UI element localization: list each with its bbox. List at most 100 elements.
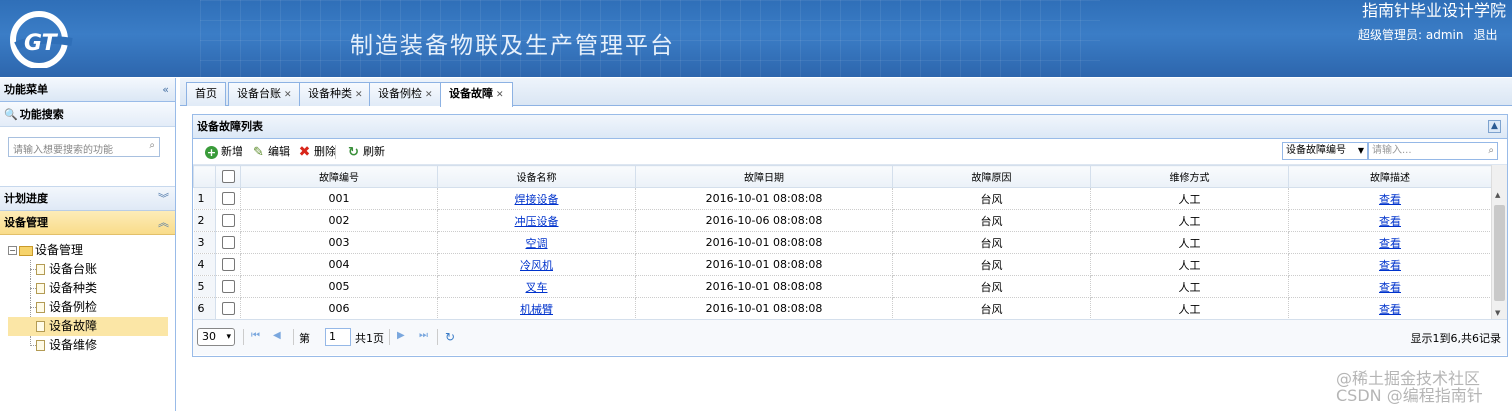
tree-line <box>30 345 36 346</box>
fault-desc-cell: 查看 <box>1288 275 1492 298</box>
scroll-down-icon[interactable]: ▼ <box>1495 309 1500 317</box>
tree-item-label: 设备种类 <box>49 281 98 295</box>
table-row[interactable]: 2 002 冲压设备 2016-10-06 08:08:08 台风 人工 查看 <box>193 209 1492 232</box>
scrollbar-thumb[interactable] <box>1494 205 1505 301</box>
tree-item-inspection[interactable]: 设备例检 <box>0 298 175 317</box>
row-select-cell <box>215 297 241 320</box>
sidebar-group-equipment[interactable]: 设备管理 ︽ <box>0 211 175 235</box>
equipment-name-link[interactable]: 叉车 <box>526 281 548 294</box>
logout-link[interactable]: 退出 <box>1473 28 1497 42</box>
refresh-button[interactable]: ↻ 刷新 <box>347 144 385 160</box>
fault-desc-cell: 查看 <box>1288 187 1492 210</box>
view-link[interactable]: 查看 <box>1379 281 1401 294</box>
column-header[interactable]: 故障原因 <box>892 165 1091 188</box>
equipment-name-link[interactable]: 空调 <box>526 237 548 250</box>
first-page-icon[interactable]: ⏮ <box>251 330 260 341</box>
tree-root-equipment[interactable]: − 设备管理 <box>0 241 175 260</box>
view-link[interactable]: 查看 <box>1379 193 1401 206</box>
tab-category[interactable]: 设备种类 ✕ <box>299 82 372 106</box>
chevron-up-icon[interactable]: ︽ <box>158 211 169 235</box>
tab-home[interactable]: 首页 <box>186 82 226 106</box>
vertical-scrollbar[interactable]: ▲ ▼ <box>1491 165 1507 319</box>
scroll-up-icon[interactable]: ▲ <box>1495 191 1500 199</box>
row-checkbox[interactable] <box>221 258 235 272</box>
prev-page-icon[interactable]: ◀ <box>273 330 281 341</box>
next-page-icon[interactable]: ▶ <box>397 330 405 341</box>
fault-reason-cell: 台风 <box>892 187 1091 210</box>
row-checkbox[interactable] <box>221 236 235 250</box>
search-field-select[interactable]: 设备故障编号 ▼ <box>1282 142 1368 160</box>
tree-item-ledger[interactable]: 设备台账 <box>0 260 175 279</box>
close-icon[interactable]: ✕ <box>284 90 292 100</box>
function-search-input[interactable]: 请输入想要搜索的功能 ⌕ <box>8 137 160 157</box>
search-icon[interactable]: ⌕ <box>149 140 155 151</box>
tab-ledger[interactable]: 设备台账 ✕ <box>228 82 301 106</box>
refresh-icon[interactable]: ↻ <box>445 330 455 344</box>
page-number-input[interactable]: 1 <box>325 328 351 346</box>
view-link[interactable]: 查看 <box>1379 237 1401 250</box>
tree-item-repair[interactable]: 设备维修 <box>0 336 175 355</box>
tree-item-fault[interactable]: 设备故障 <box>8 317 168 336</box>
row-checkbox[interactable] <box>221 214 235 228</box>
view-link[interactable]: 查看 <box>1379 259 1401 272</box>
grid-search-input[interactable]: 请输入... ⌕ <box>1368 142 1498 160</box>
view-link[interactable]: 查看 <box>1379 303 1401 316</box>
delete-button[interactable]: ✖ 删除 <box>298 144 336 160</box>
equipment-name-cell: 空调 <box>437 231 636 254</box>
tab-inspection[interactable]: 设备例检 ✕ <box>369 82 442 106</box>
table-row[interactable]: 1 001 焊接设备 2016-10-01 08:08:08 台风 人工 查看 <box>193 187 1492 210</box>
function-search-header[interactable]: 🔍 功能搜索 <box>0 102 175 127</box>
tree-item-category[interactable]: 设备种类 <box>0 279 175 298</box>
delete-icon: ✖ <box>298 143 311 160</box>
page-size-select[interactable]: 30 ▾ <box>197 328 235 346</box>
last-page-icon[interactable]: ⏭ <box>419 330 428 341</box>
search-icon[interactable]: ⌕ <box>1488 143 1494 159</box>
select-all-checkbox[interactable] <box>221 170 235 183</box>
column-header[interactable]: 维修方式 <box>1090 165 1289 188</box>
row-checkbox[interactable] <box>221 192 235 206</box>
row-checkbox[interactable] <box>221 302 235 316</box>
table-row[interactable]: 3 003 空调 2016-10-01 08:08:08 台风 人工 查看 <box>193 231 1492 254</box>
add-label: 新增 <box>221 145 243 158</box>
row-select-cell <box>215 231 241 254</box>
row-checkbox[interactable] <box>221 280 235 294</box>
chevron-down-icon[interactable]: ︾ <box>158 187 169 211</box>
table-row[interactable]: 4 004 冷风机 2016-10-01 08:08:08 台风 人工 查看 <box>193 253 1492 276</box>
column-header[interactable]: 设备名称 <box>437 165 636 188</box>
equipment-name-link[interactable]: 冷风机 <box>520 259 553 272</box>
document-icon <box>36 321 45 332</box>
table-body: 1 001 焊接设备 2016-10-01 08:08:08 台风 人工 查看 … <box>193 187 1492 320</box>
equipment-name-link[interactable]: 机械臂 <box>520 303 553 316</box>
search-field-value: 设备故障编号 <box>1286 145 1346 156</box>
row-number: 3 <box>193 231 216 254</box>
sidebar-group-plan[interactable]: 计划进度 ︾ <box>0 187 175 211</box>
add-button[interactable]: + 新增 <box>205 144 243 160</box>
view-link[interactable]: 查看 <box>1379 215 1401 228</box>
column-header[interactable]: 故障编号 <box>240 165 438 188</box>
tab-fault[interactable]: 设备故障 ✕ <box>440 82 513 107</box>
equipment-name-link[interactable]: 焊接设备 <box>515 193 559 206</box>
collapse-node-icon[interactable]: − <box>8 246 17 255</box>
column-header[interactable]: 故障日期 <box>635 165 893 188</box>
document-icon <box>36 302 45 313</box>
edit-button[interactable]: ✎ 编辑 <box>252 144 290 160</box>
close-icon[interactable]: ✕ <box>425 90 433 100</box>
table-row[interactable]: 5 005 叉车 2016-10-01 08:08:08 台风 人工 查看 <box>193 275 1492 298</box>
equipment-name-cell: 机械臂 <box>437 297 636 320</box>
equipment-name-link[interactable]: 冲压设备 <box>515 215 559 228</box>
search-icon: 🔍 <box>4 108 18 121</box>
close-icon[interactable]: ✕ <box>355 90 363 100</box>
record-info: 显示1到6,共6记录 <box>1410 332 1502 345</box>
fault-code-cell: 003 <box>240 231 438 254</box>
sidebar-group-label: 计划进度 <box>4 192 48 205</box>
close-icon[interactable]: ✕ <box>496 90 504 100</box>
fault-reason-cell: 台风 <box>892 231 1091 254</box>
panel-title: 设备故障列表 <box>197 120 263 133</box>
table-row[interactable]: 6 006 机械臂 2016-10-01 08:08:08 台风 人工 查看 <box>193 297 1492 320</box>
fault-code-cell: 005 <box>240 275 438 298</box>
collapse-panel-icon[interactable]: ▲ <box>1488 120 1501 133</box>
equipment-name-cell: 冷风机 <box>437 253 636 276</box>
fault-reason-cell: 台风 <box>892 253 1091 276</box>
column-header[interactable]: 故障描述 <box>1288 165 1492 188</box>
collapse-sidebar-icon[interactable]: « <box>162 78 169 102</box>
